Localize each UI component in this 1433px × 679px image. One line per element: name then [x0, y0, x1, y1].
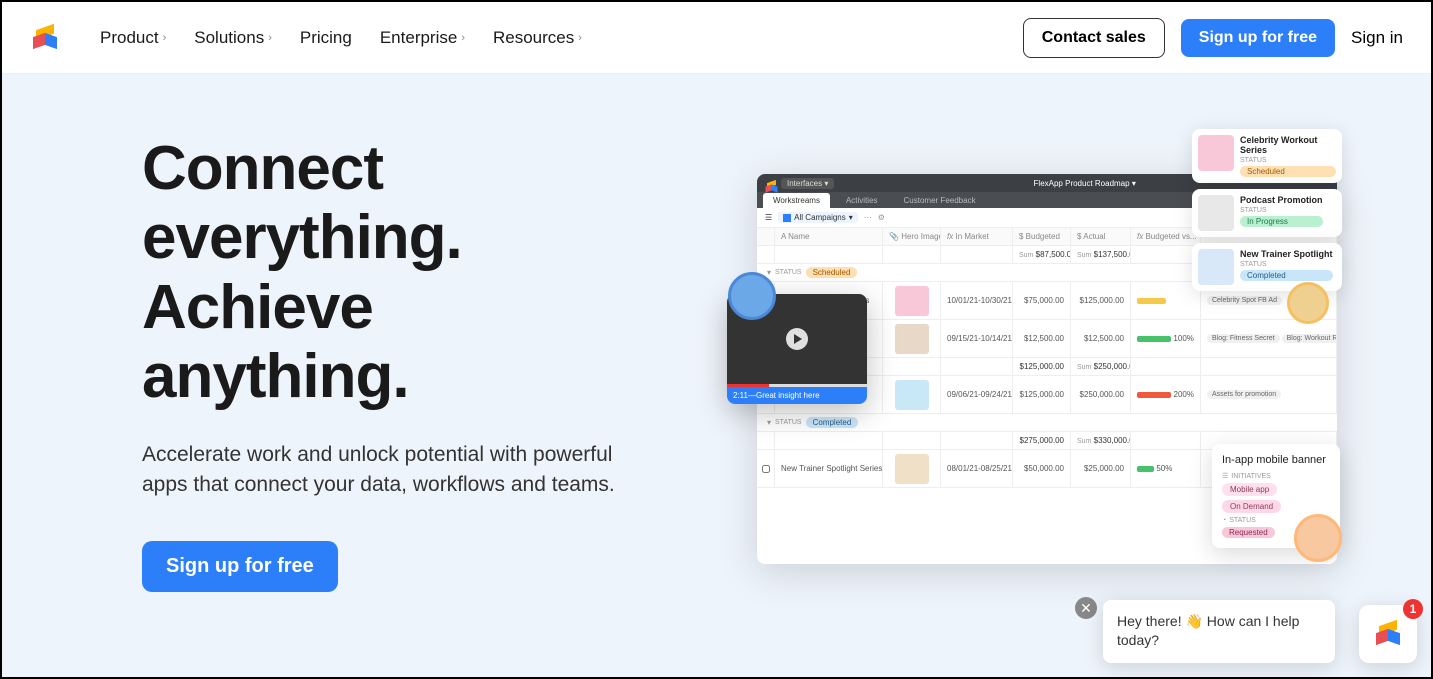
interfaces-pill: Interfaces ▾	[781, 178, 834, 189]
hero-thumb	[895, 286, 929, 316]
hero-thumb	[895, 324, 929, 354]
hero-thumb	[895, 454, 929, 484]
card-thumb	[1198, 195, 1234, 231]
chat-badge: 1	[1403, 599, 1423, 619]
initiatives-label: ☰ INITIATIVES	[1222, 472, 1330, 480]
chevron-right-icon: ›	[268, 32, 272, 44]
tag: Mobile app	[1222, 483, 1277, 496]
chevron-right-icon: ›	[578, 32, 582, 44]
card-thumb	[1198, 135, 1234, 171]
chat-bubble[interactable]: Hey there! 👋 How can I help today?	[1103, 600, 1335, 663]
progress-bar	[1137, 392, 1171, 398]
avatar	[1294, 514, 1342, 562]
nav-enterprise[interactable]: Enterprise›	[380, 28, 465, 48]
grid-icon	[783, 214, 791, 222]
tag: On Demand	[1222, 500, 1281, 513]
nav-resources[interactable]: Resources›	[493, 28, 582, 48]
card-item[interactable]: Podcast Promotion STATUS In Progress	[1192, 189, 1342, 237]
settings-icon[interactable]: ⚙	[878, 213, 885, 222]
view-options-icon[interactable]: ⋯	[864, 213, 872, 222]
card-item[interactable]: Celebrity Workout Series STATUS Schedule…	[1192, 129, 1342, 183]
chevron-right-icon: ›	[461, 32, 465, 44]
nav-product[interactable]: Product›	[100, 28, 166, 48]
header-actions: Contact sales Sign up for free Sign in	[1023, 18, 1403, 58]
status-badge: Scheduled	[806, 267, 858, 278]
chat-launcher[interactable]: 1	[1359, 605, 1417, 663]
hero-subtitle: Accelerate work and unlock potential wit…	[142, 440, 622, 501]
sidebar-toggle-icon[interactable]: ☰	[765, 213, 772, 222]
play-icon[interactable]	[786, 328, 808, 350]
hero-section: Connect everything. Achieve anything. Ac…	[2, 74, 1431, 677]
progress-bar	[1137, 298, 1166, 304]
progress-bar	[1137, 336, 1171, 342]
banner-title: In-app mobile banner	[1222, 454, 1330, 466]
row-checkbox[interactable]	[762, 465, 770, 473]
view-selector[interactable]: All Campaigns ▾	[778, 212, 858, 223]
status-badge: Completed	[1240, 270, 1333, 281]
hero-cta-button[interactable]: Sign up for free	[142, 541, 338, 592]
signup-button[interactable]: Sign up for free	[1181, 19, 1335, 57]
logo[interactable]	[30, 23, 60, 53]
video-progress[interactable]	[727, 384, 867, 387]
chat-close-button[interactable]: ✕	[1075, 597, 1097, 619]
progress-bar	[1137, 466, 1154, 472]
signin-link[interactable]: Sign in	[1351, 28, 1403, 48]
logo-icon	[32, 25, 58, 51]
hero-content: Connect everything. Achieve anything. Ac…	[2, 74, 717, 677]
avatar	[728, 272, 776, 320]
nav-pricing[interactable]: Pricing	[300, 28, 352, 48]
video-caption: 2:11—Great insight here	[727, 387, 867, 404]
card-thumb	[1198, 249, 1234, 285]
status-badge: Scheduled	[1240, 166, 1336, 177]
tab-workstreams[interactable]: Workstreams	[763, 193, 830, 208]
tab-feedback[interactable]: Customer Feedback	[894, 193, 986, 208]
tab-activities[interactable]: Activities	[836, 193, 888, 208]
contact-sales-button[interactable]: Contact sales	[1023, 18, 1165, 58]
status-badge: In Progress	[1240, 216, 1323, 227]
main-nav: Product› Solutions› Pricing Enterprise› …	[100, 28, 1023, 48]
nav-solutions[interactable]: Solutions›	[194, 28, 272, 48]
card-item[interactable]: New Trainer Spotlight STATUS Completed	[1192, 243, 1342, 291]
status-badge: Completed	[806, 417, 859, 428]
avatar	[1287, 282, 1329, 324]
hero-thumb	[895, 380, 929, 410]
hero-title: Connect everything. Achieve anything.	[142, 134, 717, 412]
status-badge: Requested	[1222, 527, 1275, 538]
chevron-right-icon: ›	[163, 32, 167, 44]
floating-cards: Celebrity Workout Series STATUS Schedule…	[1192, 129, 1342, 291]
logo-icon	[1375, 621, 1401, 647]
group-completed[interactable]: ▾ STATUS Completed	[757, 414, 1337, 432]
header: Product› Solutions› Pricing Enterprise› …	[2, 2, 1431, 74]
logo-icon	[765, 181, 770, 186]
